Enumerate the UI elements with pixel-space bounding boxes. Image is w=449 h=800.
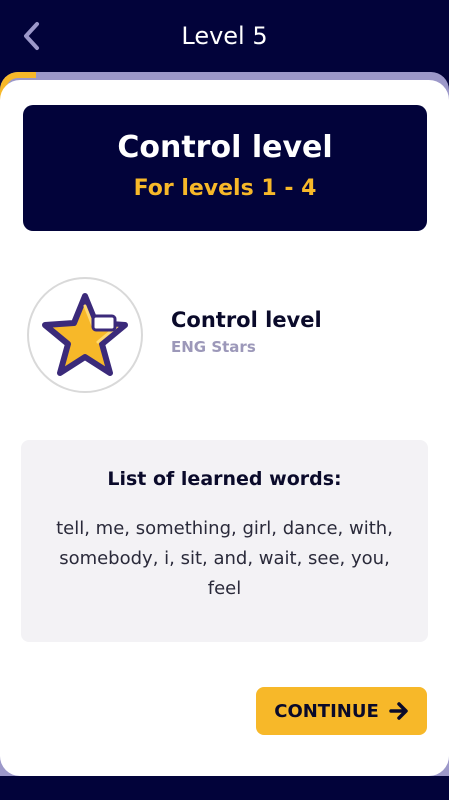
star-icon <box>42 293 128 376</box>
top-bar: Level 5 <box>0 0 449 72</box>
hero-banner: Control level For levels 1 - 4 <box>23 105 427 231</box>
course-name: Control level <box>171 308 322 332</box>
course-subtitle: ENG Stars <box>171 338 256 356</box>
learned-words-title: List of learned words: <box>107 468 342 490</box>
learned-words-box: List of learned words: tell, me, somethi… <box>21 440 428 642</box>
course-avatar <box>27 277 143 393</box>
hero-title: Control level <box>117 130 333 165</box>
continue-label: CONTINUE <box>274 700 379 722</box>
continue-button[interactable]: CONTINUE <box>256 687 427 735</box>
arrow-right-icon <box>389 702 408 720</box>
hero-subtitle: For levels 1 - 4 <box>133 176 317 201</box>
page-title: Level 5 <box>181 22 268 50</box>
content-card: Control level For levels 1 - 4 Control l… <box>0 80 449 776</box>
learned-words-list: tell, me, something, girl, dance, with, … <box>56 518 393 599</box>
course-info: Control level ENG Stars <box>27 277 427 395</box>
